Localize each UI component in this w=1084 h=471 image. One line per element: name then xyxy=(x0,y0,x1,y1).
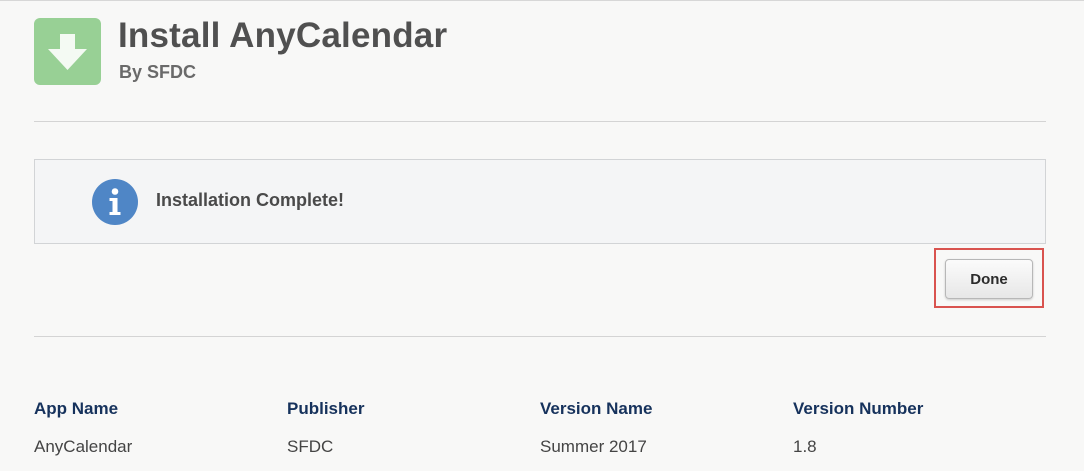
app-logo xyxy=(34,18,101,85)
notice-message: Installation Complete! xyxy=(156,190,345,210)
value-version-name: Summer 2017 xyxy=(540,437,647,456)
page-title: Install AnyCalendar xyxy=(118,16,448,55)
value-version-number: 1.8 xyxy=(793,437,817,456)
value-publisher: SFDC xyxy=(287,437,334,456)
header-app-name: App Name xyxy=(34,399,119,418)
download-arrow-icon xyxy=(48,34,87,70)
header-version-number: Version Number xyxy=(793,399,924,418)
header-version-name: Version Name xyxy=(540,399,653,418)
header-divider xyxy=(34,121,1046,122)
info-icon xyxy=(92,179,138,225)
details-divider xyxy=(34,336,1046,337)
publisher-subtitle: By SFDC xyxy=(119,62,197,82)
top-border xyxy=(0,0,1084,1)
done-button[interactable]: Done xyxy=(945,259,1033,299)
header-publisher: Publisher xyxy=(287,399,365,418)
installation-notice: Installation Complete! xyxy=(34,159,1046,244)
value-app-name: AnyCalendar xyxy=(34,437,133,456)
